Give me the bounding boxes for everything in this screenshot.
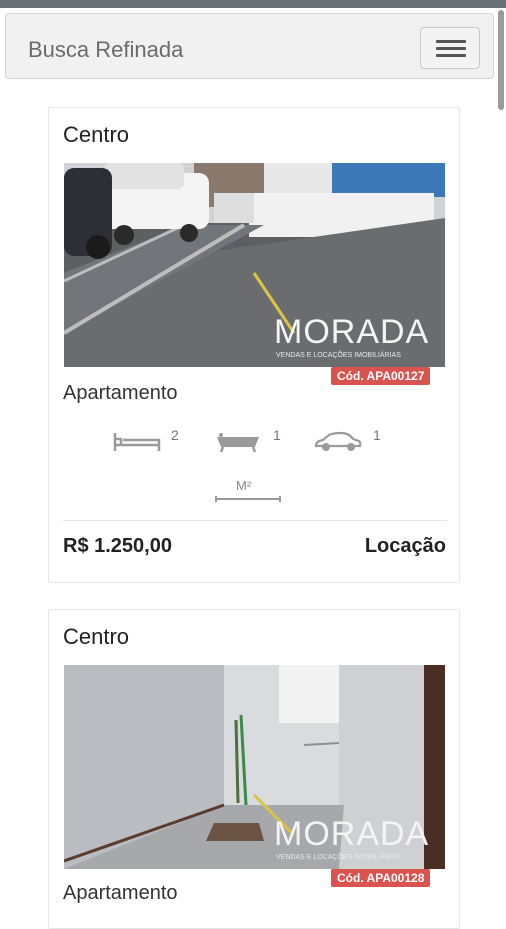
parking-feature: 1	[313, 427, 393, 453]
card-divider	[63, 520, 447, 521]
bathtub-icon	[217, 433, 259, 453]
navbar-title[interactable]: Busca Refinada	[28, 37, 183, 63]
bathrooms-feature: 1	[215, 427, 295, 453]
empty-room-photo: MORADA VENDAS E LOCAÇÕES IMOBILIÁRIAS	[64, 665, 445, 869]
svg-text:VENDAS E LOCAÇÕES IMOBILIÁRIAS: VENDAS E LOCAÇÕES IMOBILIÁRIAS	[276, 852, 401, 861]
hamburger-icon	[436, 40, 466, 43]
scrollbar[interactable]	[496, 10, 506, 900]
listing-neighborhood: Centro	[63, 624, 130, 649]
top-border	[0, 0, 506, 8]
car-icon	[314, 431, 362, 451]
listing-price: R$ 1.250,00	[63, 535, 172, 557]
svg-text:MORADA: MORADA	[274, 313, 429, 351]
svg-text:MORADA: MORADA	[274, 815, 429, 853]
bed-icon	[113, 433, 161, 451]
ruler-icon	[215, 496, 281, 502]
bathrooms-count: 1	[273, 427, 281, 443]
listing-code-badge: Cód. APA00128	[331, 869, 431, 887]
menu-toggle-button[interactable]	[420, 27, 480, 69]
scrollbar-thumb[interactable]	[498, 10, 504, 110]
parking-lot-photo: MORADA VENDAS E LOCAÇÕES IMOBILIÁRIAS	[64, 163, 445, 367]
listing-card[interactable]: Centro MORADA VENDAS E LOCAÇÕES IMOBILIÁ…	[48, 107, 460, 583]
listing-type: Apartamento	[63, 882, 178, 904]
bedrooms-count: 2	[171, 427, 179, 443]
listing-photo[interactable]: MORADA VENDAS E LOCAÇÕES IMOBILIÁRIAS	[64, 665, 445, 869]
listing-purpose: Locação	[364, 535, 446, 557]
listing-card[interactable]: Centro MORADA VENDAS E LOCAÇÕES IMOBILIÁ…	[48, 609, 460, 929]
parking-count: 1	[373, 427, 381, 443]
listing-photo[interactable]: MORADA VENDAS E LOCAÇÕES IMOBILIÁRIAS	[64, 163, 445, 367]
svg-text:VENDAS E LOCAÇÕES IMOBILIÁRIAS: VENDAS E LOCAÇÕES IMOBILIÁRIAS	[276, 350, 401, 359]
listing-code-badge: Cód. APA00127	[331, 367, 431, 385]
bedrooms-feature: 2	[113, 427, 193, 453]
area-feature: M²	[214, 478, 284, 504]
listing-neighborhood: Centro	[63, 122, 130, 147]
navbar: Busca Refinada	[5, 13, 494, 79]
listing-type: Apartamento	[63, 382, 178, 404]
